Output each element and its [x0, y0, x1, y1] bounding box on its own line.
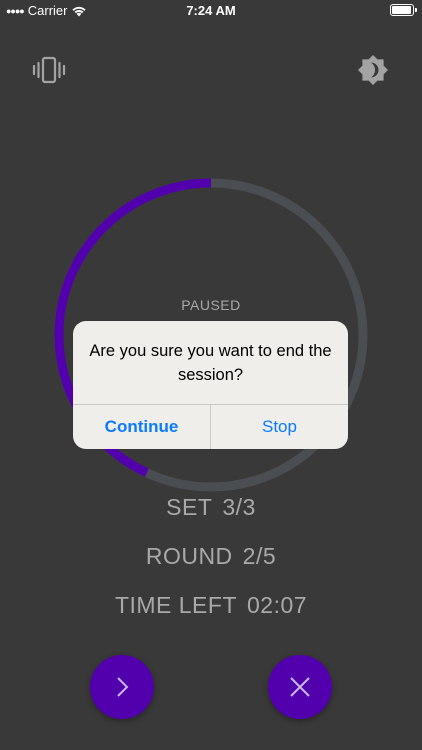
vibration-button[interactable]	[31, 52, 67, 88]
theme-button[interactable]	[355, 52, 391, 88]
brightness-icon	[358, 55, 388, 85]
round-label: ROUND	[145, 543, 233, 569]
status-time: 7:24 AM	[186, 3, 236, 18]
end-session-alert: Are you sure you want to end the session…	[73, 321, 348, 449]
close-icon	[290, 677, 310, 697]
alert-message: Are you sure you want to end the session…	[89, 341, 332, 384]
status-bar: ●●●● Carrier 7:24 AM	[0, 0, 422, 22]
stop-button[interactable]: Stop	[211, 405, 348, 449]
set-value: 3/3	[222, 494, 256, 520]
continue-button[interactable]: Continue	[73, 405, 211, 449]
battery-icon	[390, 4, 417, 16]
timer-state-label: PAUSED	[181, 297, 241, 313]
stop-session-button[interactable]	[268, 655, 332, 719]
next-button[interactable]	[90, 655, 154, 719]
time-left-label: TIME LEFT	[114, 592, 237, 618]
chevron-right-icon	[117, 677, 129, 697]
set-counter: SET 3/3	[0, 494, 422, 521]
round-counter: ROUND 2/5	[0, 543, 422, 570]
alert-actions: Continue Stop	[73, 404, 348, 449]
time-left: TIME LEFT 02:07	[0, 592, 422, 619]
round-value: 2/5	[242, 543, 277, 569]
vibration-icon	[32, 56, 66, 84]
set-label: SET	[166, 494, 213, 520]
time-left-value: 02:07	[247, 592, 308, 618]
